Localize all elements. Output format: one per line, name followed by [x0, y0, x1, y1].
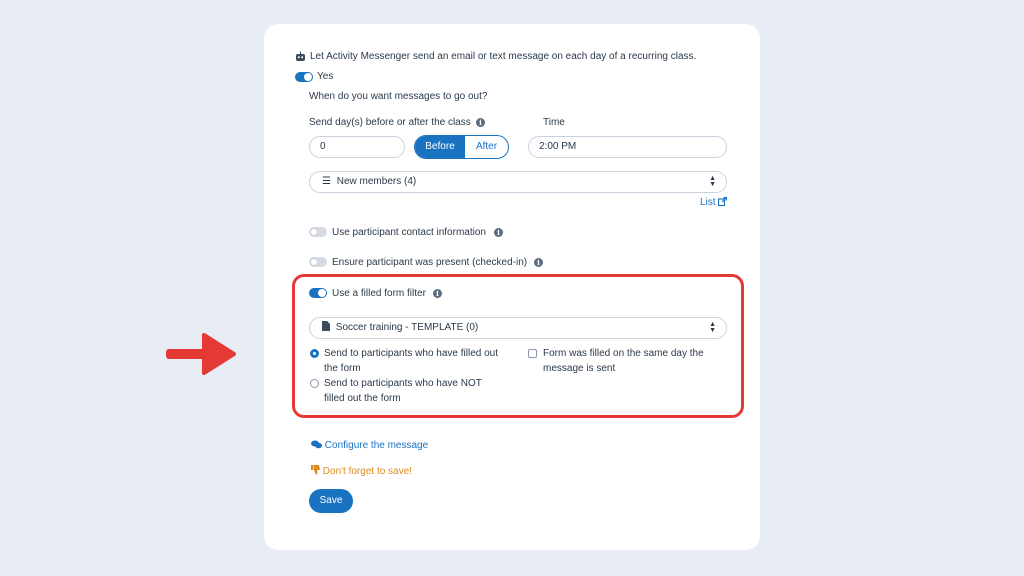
activity-messenger-toggle[interactable]: [295, 72, 313, 82]
toggle-yes-label: Yes: [317, 71, 334, 82]
document-icon: [322, 321, 330, 331]
list-icon: ☰: [322, 176, 331, 187]
before-button[interactable]: Before: [415, 136, 465, 158]
schedule-question: When do you want messages to go out?: [309, 91, 488, 102]
select-arrows-icon: ▲ ▼: [709, 321, 716, 334]
arrow-right-icon: [166, 333, 236, 375]
form-select[interactable]: Soccer training - TEMPLATE (0) ▲ ▼: [309, 317, 727, 339]
radio-not-filled-label-line1: Send to participants who have NOT: [324, 378, 482, 389]
thumbs-down-icon: [311, 465, 320, 475]
info-icon: i: [534, 258, 543, 267]
days-input[interactable]: 0: [309, 136, 405, 158]
comments-icon: [311, 440, 322, 449]
form-filter-label: Use a filled form filter: [332, 288, 426, 299]
contact-info-label: Use participant contact information: [332, 227, 486, 238]
present-toggle[interactable]: [309, 257, 327, 267]
radio-not-filled-label-line2: filled out the form: [324, 393, 401, 404]
configure-message-link[interactable]: Configure the message: [311, 440, 428, 451]
same-day-checkbox[interactable]: [528, 349, 537, 358]
save-warning-label: Don't forget to save!: [322, 466, 412, 477]
intro-text: Let Activity Messenger send an email or …: [310, 51, 697, 62]
info-icon: i: [476, 118, 485, 127]
after-button[interactable]: After: [465, 136, 508, 158]
info-icon: i: [433, 289, 442, 298]
radio-filled-out[interactable]: [310, 349, 319, 358]
before-after-toggle: Before After: [414, 135, 509, 159]
radio-filled-label-line1: Send to participants who have filled out: [324, 348, 498, 359]
radio-not-filled-out[interactable]: [310, 379, 319, 388]
time-label: Time: [543, 117, 565, 128]
form-filter-toggle[interactable]: [309, 288, 327, 298]
list-select-value: New members (4): [336, 176, 417, 187]
list-link-label: List: [700, 197, 716, 208]
info-icon: i: [494, 228, 503, 237]
same-day-label-line2: message is sent: [543, 363, 616, 374]
form-select-value: Soccer training - TEMPLATE (0): [335, 322, 479, 333]
list-select[interactable]: ☰ New members (4) ▲ ▼: [309, 171, 727, 193]
same-day-label-line1: Form was filled on the same day the: [543, 348, 704, 359]
time-input[interactable]: 2:00 PM: [528, 136, 727, 158]
days-label: Send day(s) before or after the class: [309, 117, 471, 128]
external-link-icon: [718, 196, 728, 207]
save-button[interactable]: Save: [309, 489, 353, 513]
list-link[interactable]: List: [700, 196, 728, 208]
radio-filled-label-line2: the form: [324, 363, 361, 374]
save-warning: Don't forget to save!: [311, 465, 412, 477]
select-arrows-icon: ▲ ▼: [709, 175, 716, 188]
configure-message-label: Configure the message: [324, 440, 429, 451]
contact-info-toggle[interactable]: [309, 227, 327, 237]
robot-icon: [296, 51, 305, 61]
present-label: Ensure participant was present (checked-…: [332, 257, 528, 268]
